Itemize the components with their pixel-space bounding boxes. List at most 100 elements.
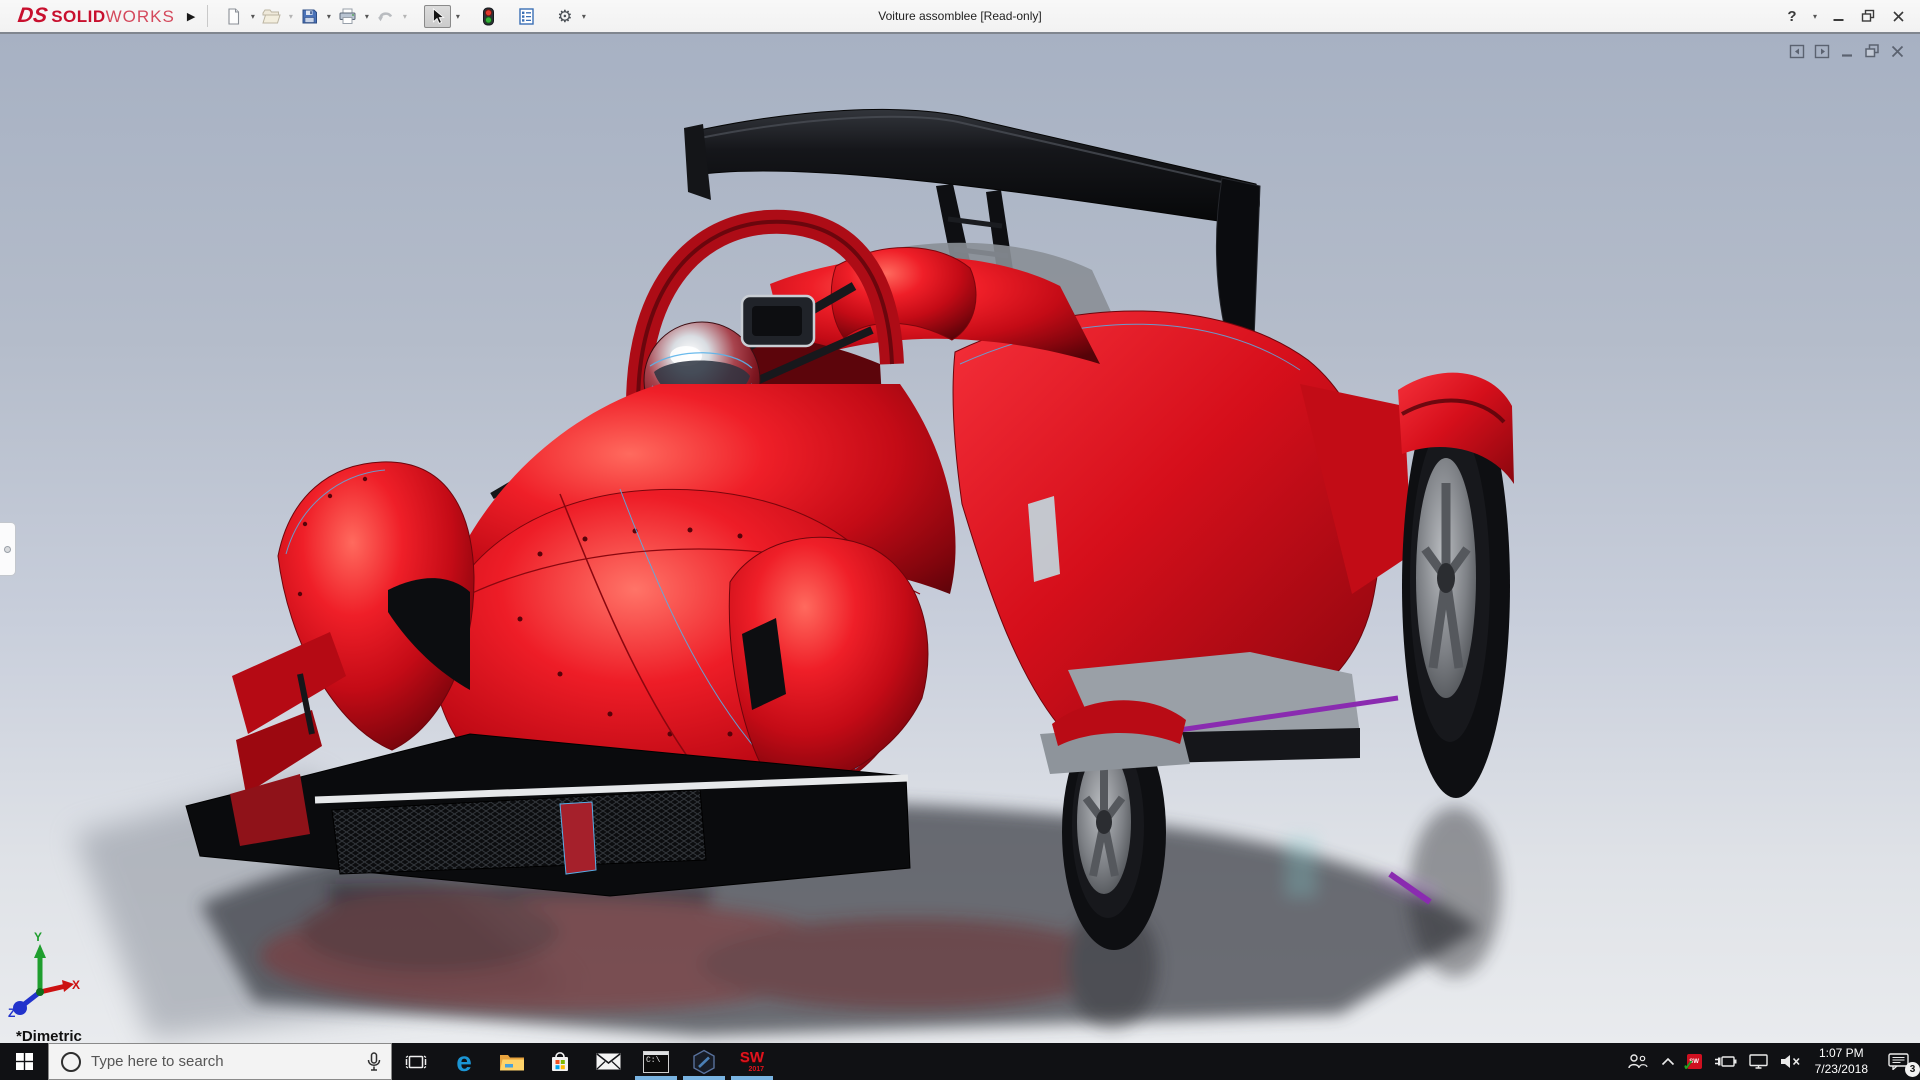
traffic-light-icon bbox=[482, 7, 495, 26]
action-center-button[interactable]: 3 bbox=[1876, 1043, 1920, 1080]
save-floppy-icon bbox=[301, 8, 318, 25]
file-explorer-icon bbox=[499, 1051, 525, 1072]
undo-caret[interactable]: ▾ bbox=[400, 12, 410, 21]
task-view-button[interactable] bbox=[392, 1043, 440, 1080]
triad-z-label: Z bbox=[8, 1006, 15, 1020]
close-document-icon bbox=[1890, 44, 1905, 59]
restore-icon bbox=[1861, 9, 1875, 23]
close-document-button[interactable] bbox=[1888, 42, 1906, 60]
hexagon-app-taskbar-button[interactable] bbox=[680, 1043, 728, 1080]
solidworks-logo: DSSOLIDWORKS bbox=[0, 4, 175, 28]
undo-icon bbox=[376, 8, 395, 25]
triad-axes-icon bbox=[8, 934, 118, 1030]
power-battery-icon bbox=[1714, 1055, 1737, 1068]
minimize-button[interactable] bbox=[1826, 4, 1850, 28]
solidworks-resource-monitor-icon: SW ✓ bbox=[1687, 1054, 1702, 1069]
command-prompt-taskbar-button[interactable]: C:\ bbox=[632, 1043, 680, 1080]
restore-document-button[interactable] bbox=[1863, 42, 1881, 60]
system-tray: SW ✓ bbox=[1621, 1043, 1920, 1080]
save-caret[interactable]: ▾ bbox=[324, 12, 334, 21]
orientation-triad: Y X Z bbox=[8, 934, 118, 1030]
new-document-button[interactable] bbox=[222, 4, 246, 28]
quick-access-toolbar: ▾ ▾ ▾ ▾ ▾ ▾ bbox=[222, 4, 589, 28]
hexagon-app-icon bbox=[692, 1049, 716, 1075]
print-button[interactable] bbox=[336, 4, 360, 28]
power-button[interactable] bbox=[1708, 1043, 1743, 1080]
network-button[interactable] bbox=[1743, 1043, 1774, 1080]
panel-tab-dot bbox=[4, 546, 11, 553]
print-caret[interactable]: ▾ bbox=[362, 12, 372, 21]
green-check-icon: ✓ bbox=[1683, 1057, 1695, 1074]
command-prompt-icon: C:\ bbox=[643, 1051, 669, 1073]
select-tool-button[interactable] bbox=[424, 5, 451, 28]
network-icon bbox=[1749, 1054, 1768, 1069]
open-button[interactable] bbox=[260, 4, 284, 28]
menu-flyout-arrow-icon[interactable]: ▶ bbox=[187, 10, 201, 23]
undo-button[interactable] bbox=[374, 4, 398, 28]
restore-document-icon bbox=[1864, 43, 1880, 59]
file-properties-button[interactable] bbox=[515, 4, 539, 28]
edge-icon: e bbox=[456, 1048, 472, 1076]
new-document-icon bbox=[225, 8, 242, 25]
volume-button[interactable] bbox=[1774, 1043, 1807, 1080]
microphone-icon[interactable] bbox=[367, 1052, 381, 1072]
solidworks-2017-icon: SW 2017 bbox=[740, 1050, 764, 1073]
start-button[interactable] bbox=[0, 1043, 48, 1080]
options-caret[interactable]: ▾ bbox=[579, 12, 589, 21]
notification-badge: 3 bbox=[1905, 1062, 1920, 1077]
minimize-document-icon bbox=[1840, 44, 1855, 59]
cortana-icon bbox=[61, 1052, 81, 1072]
help-caret[interactable]: ▾ bbox=[1810, 12, 1820, 21]
solidworks-resource-monitor-button[interactable]: SW ✓ bbox=[1681, 1043, 1708, 1080]
select-tool-caret[interactable]: ▾ bbox=[453, 12, 463, 21]
mail-taskbar-button[interactable] bbox=[584, 1043, 632, 1080]
taskbar-search[interactable] bbox=[48, 1043, 392, 1080]
triad-x-label: X bbox=[72, 978, 80, 992]
pane-right-button[interactable] bbox=[1813, 42, 1831, 60]
select-cursor-icon bbox=[428, 7, 446, 25]
window-controls: ? ▾ bbox=[1780, 0, 1910, 32]
search-input[interactable] bbox=[91, 1053, 357, 1070]
options-button[interactable]: ⚙ bbox=[553, 4, 577, 28]
graphics-area[interactable]: Y X Z *Dimetric bbox=[0, 32, 1920, 1043]
toolbar-separator bbox=[207, 5, 208, 27]
store-taskbar-button[interactable] bbox=[536, 1043, 584, 1080]
minimize-document-button[interactable] bbox=[1838, 42, 1856, 60]
pane-left-button[interactable] bbox=[1788, 42, 1806, 60]
document-window-controls bbox=[1788, 42, 1906, 60]
taskbar-clock[interactable]: 1:07 PM 7/23/2018 bbox=[1807, 1046, 1876, 1077]
open-app-indicator bbox=[731, 1076, 773, 1080]
edge-taskbar-button[interactable]: e bbox=[440, 1043, 488, 1080]
model-rear-wheel bbox=[1398, 373, 1514, 798]
people-button[interactable] bbox=[1621, 1043, 1655, 1080]
volume-muted-icon bbox=[1780, 1054, 1801, 1069]
solidworks-taskbar-button[interactable]: SW 2017 bbox=[728, 1043, 776, 1080]
close-button[interactable] bbox=[1886, 4, 1910, 28]
clock-date: 7/23/2018 bbox=[1815, 1062, 1868, 1078]
open-folder-icon bbox=[262, 8, 281, 25]
save-button[interactable] bbox=[298, 4, 322, 28]
solidworks-window: DSSOLIDWORKS ▶ ▾ ▾ ▾ ▾ ▾ ▾ bbox=[0, 0, 1920, 1080]
windows-taskbar: e bbox=[0, 1043, 1920, 1080]
open-caret[interactable]: ▾ bbox=[286, 12, 296, 21]
mail-icon bbox=[596, 1053, 621, 1070]
open-app-indicator bbox=[635, 1076, 677, 1080]
model-3d-car[interactable] bbox=[0, 34, 1920, 1045]
file-explorer-taskbar-button[interactable] bbox=[488, 1043, 536, 1080]
model-left-pontoon bbox=[729, 537, 928, 786]
help-button[interactable]: ? bbox=[1780, 4, 1804, 28]
gear-icon: ⚙ bbox=[557, 8, 572, 25]
pane-right-icon bbox=[1814, 43, 1831, 60]
restore-button[interactable] bbox=[1856, 4, 1880, 28]
new-document-caret[interactable]: ▾ bbox=[248, 12, 258, 21]
minimize-icon bbox=[1832, 10, 1845, 23]
title-bar: DSSOLIDWORKS ▶ ▾ ▾ ▾ ▾ ▾ ▾ bbox=[0, 0, 1920, 32]
rebuild-button[interactable] bbox=[477, 4, 501, 28]
chevron-up-icon bbox=[1661, 1057, 1675, 1066]
store-icon bbox=[549, 1050, 571, 1074]
open-app-indicator bbox=[683, 1076, 725, 1080]
tray-overflow-button[interactable] bbox=[1655, 1043, 1681, 1080]
collapsed-panel-tab[interactable] bbox=[0, 522, 16, 576]
task-view-icon bbox=[405, 1051, 427, 1073]
file-properties-icon bbox=[518, 8, 535, 25]
